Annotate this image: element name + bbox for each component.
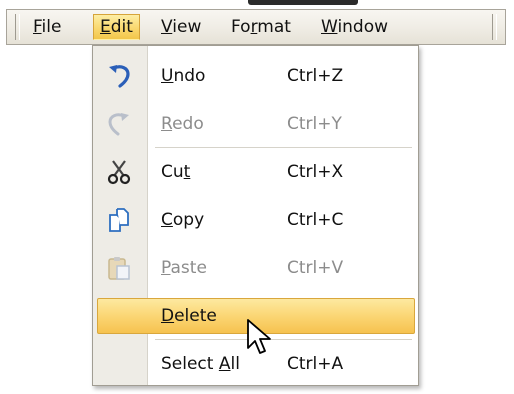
paste-icon [105,255,133,281]
menu-item-paste[interactable]: Paste Ctrl+V [97,250,415,286]
menu-item-shortcut: Ctrl+C [287,210,344,230]
menu-item-copy[interactable]: Copy Ctrl+C [97,202,415,238]
menu-view[interactable]: View [155,14,207,40]
menu-item-label: Cut [161,162,191,182]
scissors-icon [105,159,133,185]
menu-item-label: Delete [161,306,217,326]
menu-item-label: Redo [161,114,204,134]
menu-item-shortcut: Ctrl+A [287,354,344,374]
menubar-grip-right[interactable] [492,14,497,40]
redo-icon [105,111,133,137]
menu-item-redo[interactable]: Redo Ctrl+Y [97,106,415,142]
menu-separator [155,339,412,340]
mouse-pointer-icon [246,318,274,358]
window-top-edge [0,0,514,8]
menubar-grip-left[interactable] [15,14,20,40]
undo-icon [105,63,133,89]
copy-icon [105,207,133,233]
menu-item-label: Undo [161,66,206,86]
menu-item-shortcut: Ctrl+Z [287,66,344,86]
menu-format[interactable]: Format [225,14,297,40]
menu-item-label: Select All [161,354,240,374]
menu-edit[interactable]: Edit [93,14,140,40]
menu-file[interactable]: File [27,14,67,40]
menu-separator [155,147,412,148]
menu-item-shortcut: Ctrl+V [287,258,344,278]
menu-item-shortcut: Ctrl+X [287,162,344,182]
screenshot-stage: File Edit View Format Window Undo Ctrl+Z… [0,0,514,394]
menu-item-undo[interactable]: Undo Ctrl+Z [97,58,415,94]
menu-item-cut[interactable]: Cut Ctrl+X [97,154,415,190]
menu-item-shortcut: Ctrl+Y [287,114,342,134]
menu-item-label: Paste [161,258,207,278]
menu-window[interactable]: Window [315,14,394,40]
menu-bar: File Edit View Format Window [6,9,506,45]
menu-item-label: Copy [161,210,205,230]
